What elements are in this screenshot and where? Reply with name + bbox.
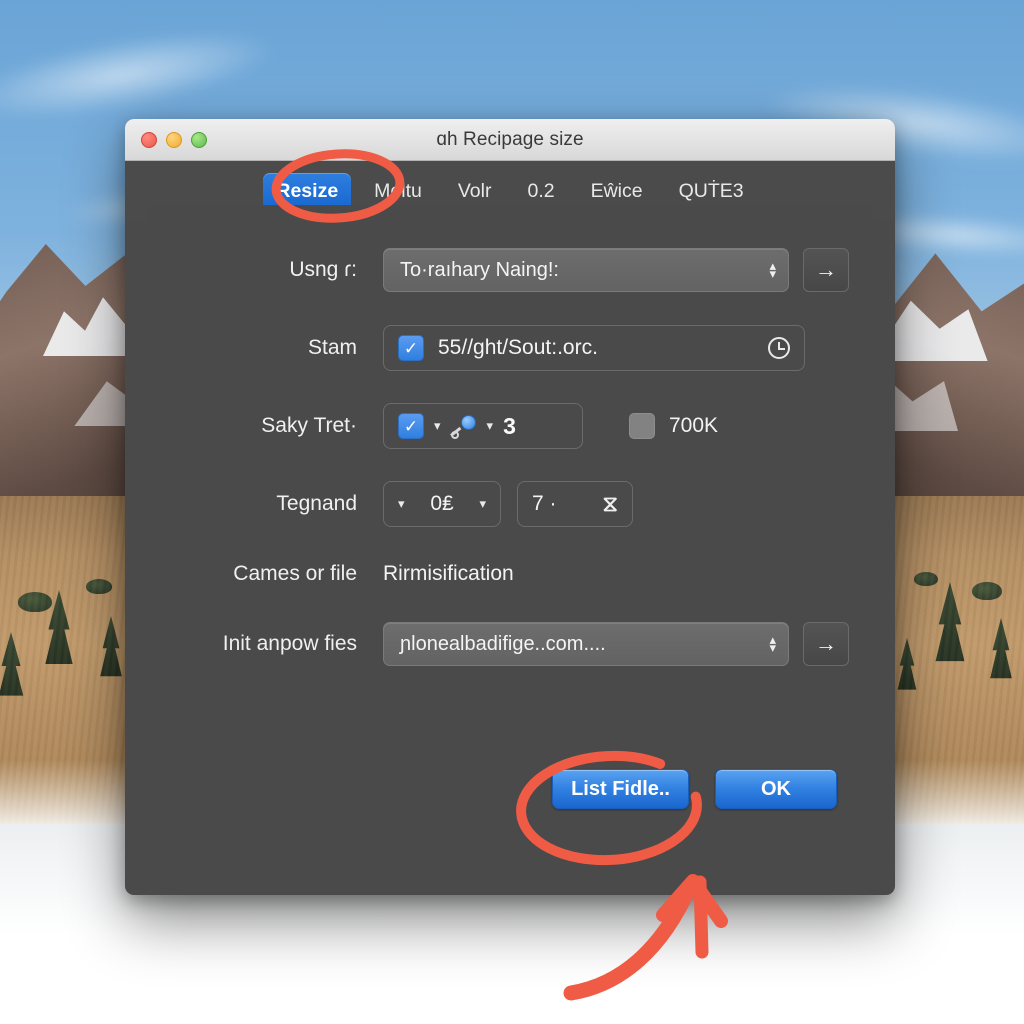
- usng-select[interactable]: To·raıhary Naing!: ▴ ▾: [383, 248, 789, 292]
- hourglass-icon[interactable]: ⧖: [603, 491, 618, 517]
- tegnand-stepper-group[interactable]: ▾ 0₤ ▾: [383, 481, 501, 527]
- cames-or-file-label: Cames or file: [233, 562, 357, 585]
- form-row-tegnand: Tegnand ▾ 0₤ ▾ 7 · ⧖: [147, 465, 873, 543]
- stepper-arrows-icon[interactable]: ▴ ▾: [769, 259, 776, 280]
- init-anpow-fies-label: Init anpow fies: [222, 632, 357, 655]
- tab-qute3[interactable]: QUṪE3: [666, 173, 757, 210]
- usng-label: Usng ɾ:: [289, 258, 357, 281]
- stam-label: Stam: [307, 336, 357, 359]
- cames-or-file-value: Rirmisification: [383, 562, 514, 585]
- pine-tree: [0, 632, 24, 696]
- zoom-button[interactable]: [191, 131, 207, 148]
- tab-meltu[interactable]: Meltu: [361, 173, 435, 210]
- chevron-down-icon[interactable]: ▾: [434, 418, 441, 434]
- shrub: [86, 579, 112, 594]
- form-row-cames-or-file: Cames or file Rirmisification: [147, 543, 873, 605]
- tegnand-secondary-value: 7 ·: [532, 492, 557, 515]
- window-title: ɑh Recipage size: [436, 128, 584, 150]
- form-row-saky-tret: Saky Tret· ✓ ▾ ▾ 3 700K: [147, 387, 873, 465]
- tab-ewice[interactable]: Eŵice: [578, 173, 656, 210]
- tab-0-2[interactable]: 0.2: [514, 173, 567, 210]
- tab-volr[interactable]: Volr: [445, 173, 505, 210]
- init-anpow-fies-value: ɲlonealbadifige..com....: [400, 632, 606, 655]
- pine-tree: [990, 618, 1012, 679]
- pine-tree: [100, 616, 122, 677]
- shrub: [914, 572, 938, 586]
- chevron-left-icon[interactable]: ▾: [398, 496, 405, 512]
- saky-tret-group[interactable]: ✓ ▾ ▾ 3: [383, 403, 583, 449]
- usng-select-value: To·raıhary Naing!:: [400, 258, 559, 281]
- stam-field[interactable]: ✓ 55//ght/Sout:.orc.: [383, 325, 805, 371]
- ok-button[interactable]: OK: [715, 769, 837, 809]
- size-700k-label: 700K: [669, 414, 719, 437]
- chevron-down-icon-2[interactable]: ▾: [487, 418, 494, 434]
- minimize-button[interactable]: [166, 131, 182, 148]
- init-anpow-fies-go-button[interactable]: →: [803, 622, 849, 666]
- saky-tret-label: Saky Tret·: [261, 414, 357, 437]
- form-row-init-anpow-fies: Init anpow fies ɲlonealbadifige..com....…: [147, 605, 873, 683]
- size-700k-option[interactable]: 700K: [629, 413, 718, 439]
- chevron-right-icon[interactable]: ▾: [479, 496, 486, 512]
- usng-go-button[interactable]: →: [803, 248, 849, 292]
- list-fidle-button[interactable]: List Fidle..: [552, 769, 689, 809]
- pine-tree: [897, 638, 917, 690]
- tegnand-secondary-group[interactable]: 7 · ⧖: [517, 481, 633, 527]
- pine-tree: [935, 582, 965, 662]
- stepper-arrows-icon-2[interactable]: ▴ ▾: [769, 633, 776, 654]
- stam-checkbox[interactable]: ✓: [398, 335, 424, 361]
- saky-tret-checkbox[interactable]: ✓: [398, 413, 424, 439]
- shrub: [18, 592, 52, 612]
- pine-tree: [45, 590, 73, 664]
- tegnand-label: Tegnand: [276, 492, 357, 515]
- window-titlebar[interactable]: ɑh Recipage size: [125, 119, 895, 161]
- init-anpow-fies-select[interactable]: ɲlonealbadifige..com.... ▴ ▾: [383, 622, 789, 666]
- window-controls[interactable]: [141, 131, 207, 148]
- stam-value: 55//ght/Sout:.orc.: [438, 336, 598, 359]
- shrub: [972, 582, 1002, 600]
- tab-resize[interactable]: Resize: [263, 172, 352, 210]
- dialog-window: ɑh Recipage size Resize Meltu Volr 0.2 E…: [125, 119, 895, 895]
- key-icon[interactable]: [449, 415, 477, 439]
- close-button[interactable]: [141, 131, 157, 148]
- form-row-stam: Stam ✓ 55//ght/Sout:.orc.: [147, 309, 873, 387]
- tegnand-value: 0₤: [430, 492, 454, 515]
- clock-icon[interactable]: [768, 337, 790, 359]
- form-row-usng: Usng ɾ: To·raıhary Naing!: ▴ ▾ →: [147, 231, 873, 309]
- size-700k-checkbox[interactable]: [629, 413, 655, 439]
- saky-tret-number: 3: [503, 412, 516, 439]
- form-panel: Usng ɾ: To·raıhary Naing!: ▴ ▾ → Stam ✓ 5…: [147, 205, 873, 873]
- dialog-footer: List Fidle.. OK: [147, 769, 873, 809]
